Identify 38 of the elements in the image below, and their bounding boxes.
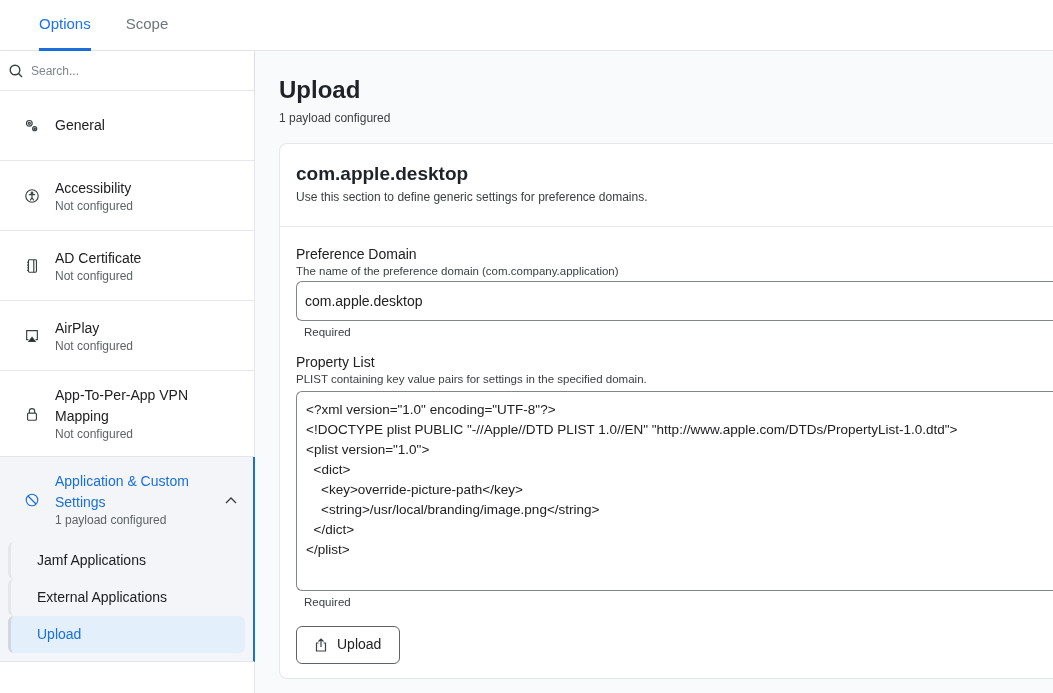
card-description: Use this section to define generic settings for preference domains. bbox=[296, 189, 649, 206]
airplay-icon bbox=[24, 327, 40, 344]
item-status: Not configured bbox=[55, 427, 135, 442]
required-note: Required bbox=[303, 325, 352, 340]
upload-icon bbox=[315, 637, 327, 652]
tab[interactable]: Scope bbox=[125, 0, 169, 51]
chevron-up-icon[interactable] bbox=[225, 495, 237, 504]
item-status: 1 payload configured bbox=[55, 513, 168, 528]
sidebar-item[interactable]: Application & Custom Settings 1 payload configured Jamf Applications External Applications Upload bbox=[0, 457, 255, 662]
item-label: AD Certificate bbox=[55, 248, 143, 268]
item-status: Not configured bbox=[55, 338, 135, 354]
accessibility-icon bbox=[24, 187, 40, 204]
item-label: App-To-Per-App VPN Mapping bbox=[55, 386, 190, 426]
item-label: General bbox=[55, 116, 106, 135]
page-title: Upload bbox=[279, 75, 362, 105]
text-field[interactable]: com.apple.desktop bbox=[296, 281, 1053, 321]
blocked-icon bbox=[24, 491, 40, 508]
item-label: AirPlay bbox=[55, 318, 101, 338]
field-label: Property List bbox=[296, 353, 376, 372]
field-help: PLIST containing key value pairs for settings in the specified domain. bbox=[296, 372, 648, 388]
submenu-item[interactable]: Jamf Applications bbox=[8, 542, 245, 579]
gears-icon bbox=[24, 117, 40, 134]
submenu-item[interactable]: Upload bbox=[8, 616, 245, 653]
certificate-icon bbox=[24, 257, 40, 274]
search-field[interactable]: Search... bbox=[31, 61, 231, 80]
page-subtitle: 1 payload configured bbox=[279, 110, 392, 127]
item-status: Not configured bbox=[55, 268, 135, 284]
upload-button[interactable]: Upload bbox=[296, 625, 401, 664]
field-help: The name of the preference domain (com.company.application) bbox=[296, 264, 620, 279]
item-label: Application & Custom Settings bbox=[55, 472, 190, 512]
lock-icon bbox=[24, 405, 40, 422]
field-label: Preference Domain bbox=[296, 245, 418, 263]
required-note: Required bbox=[303, 595, 352, 611]
search-icon bbox=[9, 63, 23, 78]
card-title: com.apple.desktop bbox=[296, 162, 470, 186]
item-label: Accessibility bbox=[55, 178, 133, 198]
item-status: Not configured bbox=[55, 198, 135, 214]
property-list-field[interactable]: <?xml version="1.0" encoding="UTF-8"?> <!DOCTYPE plist PUBLIC "-//Apple//DTD PLIST 1.0//EN" "http://www.apple.com/DTDs/PropertyList-1.0.dtd"> <plist version="1.0"> <dict> <key>override-picture-path</key> <string>/usr/local/branding/image.png</string> </dict> </plist> bbox=[296, 391, 1053, 592]
